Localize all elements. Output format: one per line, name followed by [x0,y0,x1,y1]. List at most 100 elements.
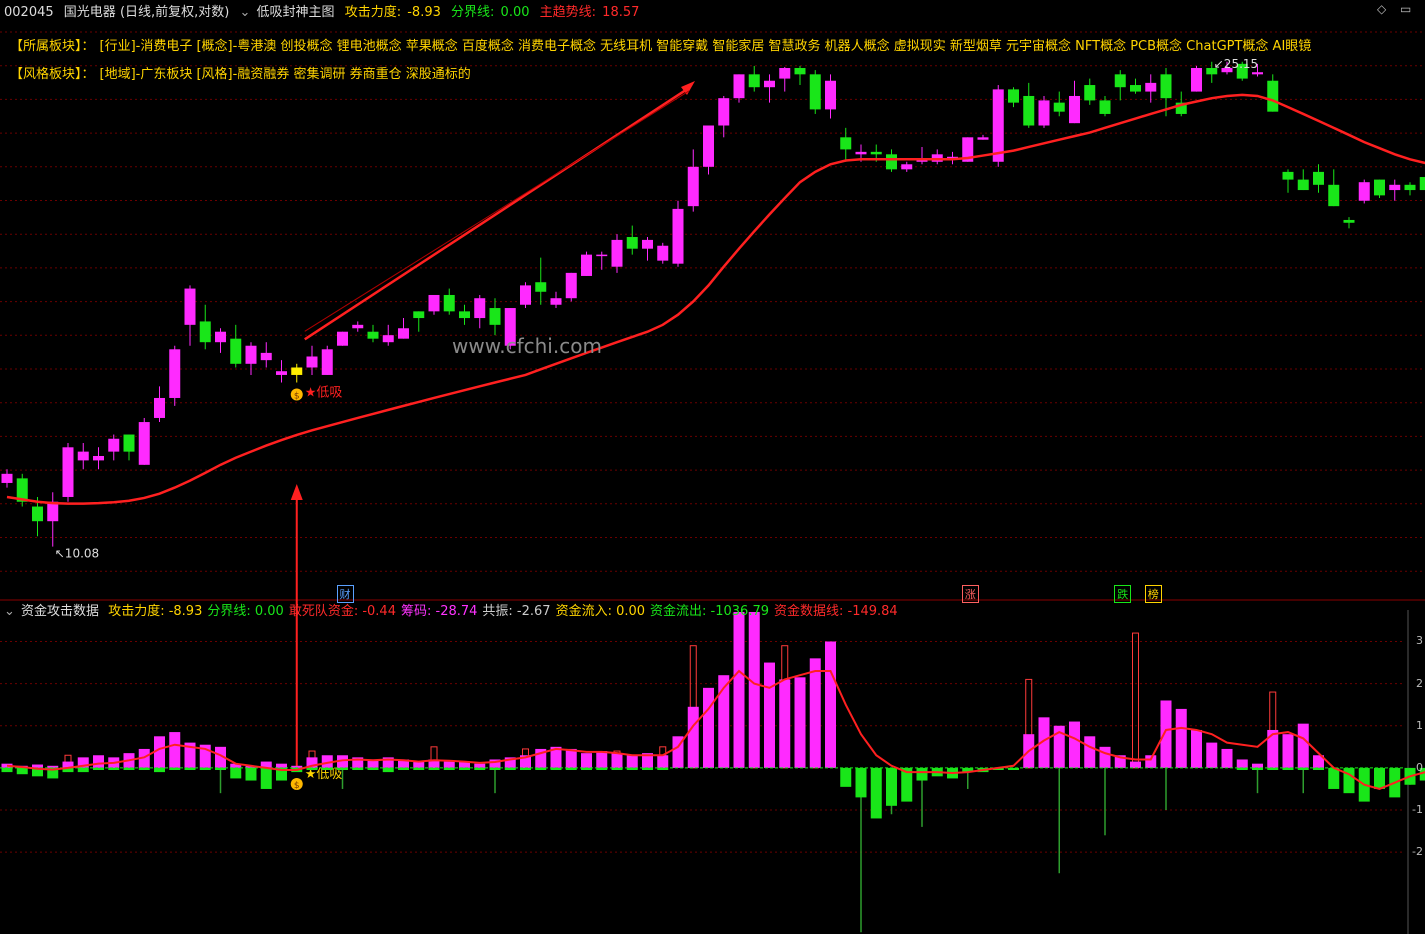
candle [1419,177,1425,191]
fund-outflow-bar [382,767,394,773]
candle [337,331,348,346]
fund-bars [1,612,1425,933]
candle [459,311,470,319]
fund-inflow-bar [1191,729,1202,768]
fund-inflow-bar [581,753,592,768]
fund-inflow-bar [565,748,577,768]
fund-outflow-bar [886,767,897,806]
money-bag-icon: $ [290,388,303,402]
money-bag-icon: $ [290,778,303,791]
fund-inflow-bar [703,687,714,768]
fund-inflow-bar [1221,748,1233,768]
candle [626,237,638,249]
fund-inflow-bar [443,761,455,768]
boundary-label: 分界线: [451,5,495,20]
candle [581,254,592,276]
event-marker[interactable]: 跌 [1114,585,1132,603]
fund-inflow-bar [1084,736,1096,768]
sub-axis-tick: 1 [1416,718,1423,732]
stock-code: 002045 [4,5,54,20]
fund-outflow-bar [1374,767,1385,789]
candle [840,137,852,150]
candle [1160,74,1172,99]
candle [291,367,303,375]
fund-inflow-bar [626,755,638,768]
event-marker[interactable]: 财 [336,585,354,603]
period-mode[interactable]: (日线,前复权,对数) [120,5,229,20]
expand-icon[interactable]: ▭ [1400,2,1411,16]
fund-inflow-bar [1236,759,1248,768]
candle [1,473,13,483]
candle [108,438,120,452]
buy-arrow-head [290,484,303,500]
indicator-name[interactable]: 低吸封神主图 [257,5,335,20]
candle [169,349,181,398]
candle [215,331,226,343]
candle [1191,68,1202,92]
sub-axis-tick: -1 [1412,803,1423,817]
candle [123,434,135,452]
fund-outflow-bar [154,767,165,773]
candle [1358,182,1370,201]
fund-inflow-bar [596,751,608,768]
candle [992,89,1004,162]
fund-inflow-bar [733,612,745,768]
candle [550,298,562,305]
high-price-label: ↙25.15 [1214,57,1258,71]
sub-indicator-name[interactable]: 资金攻击数据 [21,604,99,619]
up-arrow-icon[interactable]: ◇ [1377,2,1386,16]
fund-inflow-bar [611,753,623,768]
rise-arrow-shadow [304,90,690,332]
fund-inflow-bar [93,755,104,768]
candle [260,352,272,361]
fund-inflow-bar [779,679,791,768]
annotation-arrows [290,80,695,770]
candle [306,356,318,368]
candle [596,254,608,257]
sector-row: 【所属板块】： [行业]-消费电子 [概念]-粤港澳 创投概念 锂电池概念 苹果概… [10,35,1316,54]
candle [1053,102,1065,112]
event-marker[interactable]: 榜 [1144,585,1162,603]
candle [855,151,867,155]
candle [642,239,653,249]
attack-label: 攻击力度: [344,5,402,20]
fund-data-line [6,669,1425,791]
sector-text: [行业]-消费电子 [概念]-粤港澳 创投概念 锂电池概念 苹果概念 百度概念 … [99,39,1312,54]
candle [1023,95,1035,126]
indicator-menu-icon[interactable]: ⌄ [240,5,251,20]
fund-outflow-bar [77,767,89,773]
fund-outflow-bar [916,767,928,781]
boundary-value: 0.00 [500,5,530,20]
attack-value: -8.93 [407,5,441,20]
trend-value: 18.57 [602,5,640,20]
fund-outflow-bar [870,767,882,819]
candle [764,80,775,88]
candle [703,125,714,167]
chart-canvas[interactable]: $ ★低吸$★低吸↙25.15↖10.08 [0,0,1425,934]
fund-outflow-bar [245,767,257,781]
sub-value-4: 共振: -2.67 [482,604,551,619]
candle [825,80,836,110]
candle [1084,85,1096,101]
event-marker[interactable]: 涨 [961,585,979,603]
buy-signal-label: ★低吸 [305,386,343,401]
candle [733,74,745,99]
fund-inflow-bar [657,755,669,768]
fund-outflow-bar [1328,767,1340,789]
fund-inflow-bar [1175,708,1187,768]
fund-inflow-bar [825,641,836,768]
candle [1038,100,1050,126]
fund-inflow-bar [1252,763,1263,768]
candle [611,239,623,267]
fund-outflow-bar [855,767,867,798]
fund-inflow-bar [809,658,821,768]
candle [657,245,669,261]
sector-label: 【所属板块】： [10,39,95,54]
fund-inflow-bar [687,706,699,768]
fund-inflow-bar [748,612,760,768]
candle [901,164,913,170]
candle [1297,179,1309,191]
sub-menu-icon[interactable]: ⌄ [4,604,15,619]
candle [276,371,287,375]
fund-outflow-bar [840,767,852,787]
